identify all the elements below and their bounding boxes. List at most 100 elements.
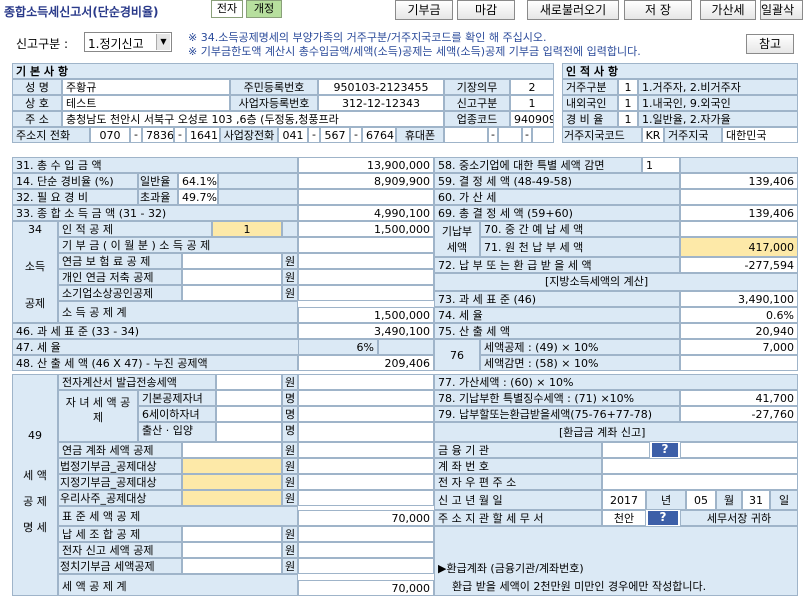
- tax-union-field[interactable]: [182, 526, 282, 542]
- total-determined-label: 69. 총 결 정 세 액 (59+60): [434, 205, 680, 221]
- report-year-field[interactable]: 2017: [602, 490, 646, 510]
- interim-prepay-field[interactable]: [680, 221, 798, 237]
- home-phone-3[interactable]: 1641: [186, 127, 220, 143]
- mobile-1[interactable]: [444, 127, 488, 143]
- country-code-field[interactable]: KR: [642, 127, 664, 143]
- local-tax-base-field[interactable]: 3,490,100: [680, 291, 798, 307]
- expense-rate-field[interactable]: 1: [618, 111, 638, 127]
- brn-field[interactable]: 312-12-12343: [318, 95, 444, 111]
- excess-rate-field[interactable]: 49.7%: [178, 189, 218, 205]
- report-month-field[interactable]: 05: [686, 490, 716, 510]
- tax-office-field[interactable]: 천안: [602, 510, 646, 526]
- computed-tax-field[interactable]: 209,406: [298, 355, 434, 371]
- dash: -: [308, 127, 320, 143]
- work-phone-2[interactable]: 567: [320, 127, 350, 143]
- personal-count-field[interactable]: 1: [212, 221, 282, 237]
- save-button[interactable]: 저 장: [624, 0, 692, 20]
- standard-credit-field[interactable]: 70,000: [298, 510, 434, 526]
- donation-button[interactable]: 기부금: [395, 0, 453, 20]
- bank-name-field[interactable]: [680, 442, 798, 458]
- designated-donation-field[interactable]: [182, 474, 282, 490]
- home-phone-2[interactable]: 7836: [142, 127, 174, 143]
- won-unit: 원: [282, 285, 298, 301]
- total-income-field[interactable]: 13,900,000: [298, 157, 434, 173]
- account-field[interactable]: [602, 458, 798, 474]
- residence-field[interactable]: 1: [618, 79, 638, 95]
- bookkeeping-field[interactable]: 2: [510, 79, 554, 95]
- personal-deduction-field[interactable]: 1,500,000: [298, 221, 434, 237]
- penalty-tax-field[interactable]: [680, 189, 798, 205]
- payable-label: 72. 납 부 또 는 환 급 받 을 세 액: [434, 257, 680, 273]
- blank: [298, 406, 434, 422]
- special-withholding-field[interactable]: 41,700: [680, 390, 798, 406]
- help-button[interactable]: 참고: [746, 34, 794, 54]
- country-field[interactable]: 대한민국: [722, 127, 798, 143]
- name-label: 성 명: [12, 79, 62, 95]
- local-reduction-field[interactable]: [680, 355, 798, 371]
- reload-button[interactable]: 새로불러오기: [527, 0, 619, 20]
- close-button[interactable]: 마감: [457, 0, 515, 20]
- chevron-down-icon[interactable]: ▼: [156, 34, 170, 50]
- spacer: [680, 157, 798, 173]
- local-computed-field[interactable]: 20,940: [680, 323, 798, 339]
- report-type-select[interactable]: 1.정기신고 ▼: [84, 32, 172, 52]
- biz-name-field[interactable]: 테스트: [62, 95, 230, 111]
- payable-field[interactable]: -277,594: [680, 257, 798, 273]
- bank-field[interactable]: [602, 442, 650, 458]
- pension-account-field[interactable]: [182, 442, 282, 458]
- withholding-field[interactable]: 417,000: [680, 237, 798, 257]
- child-under6-field[interactable]: [216, 406, 282, 422]
- bulk-delete-button[interactable]: 일괄삭: [760, 0, 803, 20]
- tab-revised[interactable]: 개정: [246, 0, 282, 18]
- deduction-total-field[interactable]: 1,500,000: [298, 307, 434, 323]
- required-expense-field[interactable]: [298, 189, 434, 205]
- general-rate-field[interactable]: 64.1%: [178, 173, 218, 189]
- legal-donation-field[interactable]: [182, 458, 282, 474]
- report-day-field[interactable]: 31: [742, 490, 770, 510]
- tax-office-label: 주 소 지 관 할 세 무 서: [434, 510, 602, 526]
- won-unit: 원: [282, 474, 298, 490]
- pension-field[interactable]: [182, 253, 282, 269]
- blank: [298, 442, 434, 458]
- small-biz-field[interactable]: [182, 285, 282, 301]
- name-field[interactable]: 주황규: [62, 79, 230, 95]
- penalty-button[interactable]: 가산세: [700, 0, 756, 20]
- credit-total-field[interactable]: 70,000: [298, 580, 434, 596]
- spacer: [378, 339, 434, 355]
- esop-field[interactable]: [182, 490, 282, 506]
- expense-field[interactable]: 8,909,900: [298, 173, 434, 189]
- e-invoice-field[interactable]: [216, 374, 282, 390]
- note-line-2: ※ 기부금한도액 계산시 총수입금액/세액(소득)공제는 세액(소득)공제 기부…: [188, 45, 641, 58]
- address-field[interactable]: 충청남도 천안시 서북구 오성로 103 ,6층 (두정동,청풍프라: [62, 111, 444, 127]
- total-determined-field[interactable]: 139,406: [680, 205, 798, 221]
- home-phone-1[interactable]: 070: [90, 127, 130, 143]
- local-payable-field[interactable]: -27,760: [680, 406, 798, 422]
- tax-base-field[interactable]: 3,490,100: [298, 323, 434, 339]
- email-label: 전 자 우 편 주 소: [434, 474, 602, 490]
- mobile-2[interactable]: [498, 127, 522, 143]
- birth-adoption-field[interactable]: [216, 422, 282, 442]
- personal-pension-field[interactable]: [182, 269, 282, 285]
- work-phone-3[interactable]: 6764: [362, 127, 396, 143]
- blank: [298, 422, 434, 442]
- local-credit-field[interactable]: 7,000: [680, 339, 798, 355]
- determined-tax-field[interactable]: 139,406: [680, 173, 798, 189]
- page-title: 종합소득세신고서(단순경비율): [4, 5, 159, 19]
- email-field[interactable]: [602, 474, 798, 490]
- tab-electronic[interactable]: 전자: [211, 0, 243, 18]
- mobile-3[interactable]: [532, 127, 554, 143]
- sme-reduction-field[interactable]: 1: [642, 157, 680, 173]
- tax-office-search-button[interactable]: ?: [648, 511, 678, 525]
- nationality-field[interactable]: 1: [618, 95, 638, 111]
- donation-carryover-field[interactable]: [298, 237, 434, 253]
- work-phone-1[interactable]: 041: [278, 127, 308, 143]
- industry-code-field[interactable]: 940909: [510, 111, 554, 127]
- bank-search-button[interactable]: ?: [652, 443, 678, 457]
- expense-rate-label: 경 비 율: [562, 111, 618, 127]
- e-filing-field[interactable]: [182, 542, 282, 558]
- child-basic-field[interactable]: [216, 390, 282, 406]
- report-type2-field[interactable]: 1: [510, 95, 554, 111]
- rrn-field[interactable]: 950103-2123455: [318, 79, 444, 95]
- political-donation-field[interactable]: [182, 558, 282, 574]
- combined-income-field[interactable]: 4,990,100: [298, 205, 434, 221]
